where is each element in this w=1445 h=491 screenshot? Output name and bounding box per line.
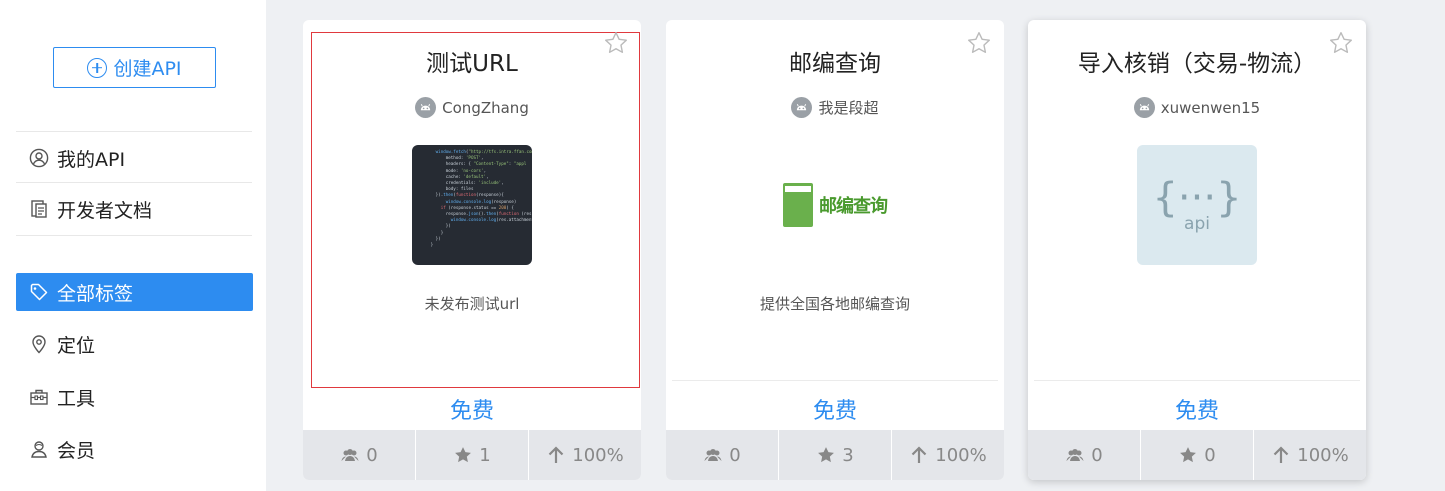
sidebar-item-my-api[interactable]: 我的API <box>16 139 253 177</box>
create-api-label: 创建API <box>113 58 182 80</box>
thumbnail-text: 邮编查询 <box>819 196 888 217</box>
stat-rate: 100% <box>892 430 1004 480</box>
divider <box>1034 380 1360 381</box>
sidebar-item-tools[interactable]: 工具 <box>16 378 253 416</box>
api-card[interactable]: 邮编查询 我是段超 邮编查询 提供全国各地邮编查询 免费 0 3 100% <box>666 20 1004 480</box>
stat-stars: 1 <box>416 430 529 480</box>
tag-icon <box>30 283 48 301</box>
toolbox-icon <box>30 389 48 405</box>
stat-rate-value: 100% <box>935 444 987 466</box>
stat-rate: 100% <box>529 430 641 480</box>
api-card[interactable]: 测试URL CongZhang window.fetch("http://tfs… <box>303 20 641 480</box>
favorite-star-icon[interactable] <box>603 30 629 56</box>
card-author: CongZhang <box>303 97 641 118</box>
card-price: 免费 <box>812 399 857 424</box>
user-icon <box>29 148 49 168</box>
divider <box>16 182 252 183</box>
stat-rate-value: 100% <box>1297 444 1349 466</box>
stat-users: 0 <box>1028 430 1141 480</box>
divider <box>16 131 252 132</box>
card-stats: 0 3 100% <box>666 430 1004 480</box>
card-thumbnail-postal-logo: 邮编查询 <box>775 145 895 265</box>
stat-users: 0 <box>303 430 416 480</box>
sidebar-item-label: 全部标签 <box>57 282 134 305</box>
location-pin-icon <box>32 335 46 354</box>
avatar-icon <box>791 97 813 118</box>
divider <box>672 380 998 381</box>
users-icon <box>341 449 359 461</box>
stat-stars: 0 <box>1141 430 1254 480</box>
card-price: 免费 <box>1174 399 1219 424</box>
sidebar: 创建API 我的API 开发者文档 全部标签 定位 工具 会员 <box>0 0 266 491</box>
card-stats: 0 1 100% <box>303 430 641 480</box>
card-description: 未发布测试url <box>424 295 520 313</box>
api-card[interactable]: 导入核销（交易-物流） xuwenwen15 {···} api 免费 0 0 … <box>1028 20 1366 480</box>
stat-users-value: 0 <box>366 444 378 466</box>
sidebar-item-member[interactable]: 会员 <box>16 430 253 468</box>
avatar-icon <box>415 97 437 118</box>
stat-stars: 3 <box>779 430 892 480</box>
star-icon <box>1180 447 1197 463</box>
sidebar-item-all-tags[interactable]: 全部标签 <box>16 273 253 311</box>
sidebar-item-label: 开发者文档 <box>57 199 153 222</box>
author-name: CongZhang <box>442 98 529 117</box>
stat-stars-value: 1 <box>479 444 491 466</box>
card-title[interactable]: 测试URL <box>303 44 641 78</box>
favorite-star-icon[interactable] <box>966 30 992 56</box>
create-api-button[interactable]: 创建API <box>53 47 216 88</box>
star-icon <box>818 447 835 463</box>
stat-rate-value: 100% <box>572 444 624 466</box>
sidebar-item-label: 工具 <box>57 387 96 410</box>
stat-stars-value: 3 <box>842 444 854 466</box>
users-icon <box>704 449 722 461</box>
arrow-up-icon <box>548 446 564 463</box>
stat-users-value: 0 <box>729 444 741 466</box>
arrow-up-icon <box>911 446 927 463</box>
postal-book-icon <box>783 183 813 227</box>
author-name: 我是段超 <box>818 99 879 117</box>
card-thumbnail-api-placeholder: {···} api <box>1137 145 1257 265</box>
card-stats: 0 0 100% <box>1028 430 1366 480</box>
sidebar-item-label: 定位 <box>57 334 96 357</box>
card-description: 提供全国各地邮编查询 <box>759 295 910 313</box>
avatar-icon <box>1133 97 1155 118</box>
plus-circle-icon <box>87 57 108 78</box>
thumbnail-text: api <box>1184 214 1210 234</box>
sidebar-item-location[interactable]: 定位 <box>16 325 253 363</box>
stat-stars-value: 0 <box>1204 444 1216 466</box>
divider <box>16 235 252 236</box>
sidebar-item-dev-docs[interactable]: 开发者文档 <box>16 190 253 228</box>
author-name: xuwenwen15 <box>1160 98 1261 117</box>
star-icon <box>455 447 472 463</box>
card-title[interactable]: 导入核销（交易-物流） <box>1028 44 1366 78</box>
card-author: xuwenwen15 <box>1028 97 1366 118</box>
favorite-star-icon[interactable] <box>1328 30 1354 56</box>
card-author: 我是段超 <box>666 97 1004 118</box>
sidebar-item-label: 我的API <box>57 148 126 171</box>
card-thumbnail-code: window.fetch("http://tfs.intra.ffan.com … <box>412 145 532 265</box>
document-icon <box>31 200 47 218</box>
sidebar-item-label: 会员 <box>57 439 96 462</box>
users-icon <box>1066 449 1084 461</box>
stat-rate: 100% <box>1254 430 1366 480</box>
card-title[interactable]: 邮编查询 <box>666 44 1004 78</box>
stat-users: 0 <box>666 430 779 480</box>
member-icon <box>31 441 47 458</box>
arrow-up-icon <box>1273 446 1289 463</box>
stat-users-value: 0 <box>1091 444 1103 466</box>
card-price: 免费 <box>449 399 494 424</box>
